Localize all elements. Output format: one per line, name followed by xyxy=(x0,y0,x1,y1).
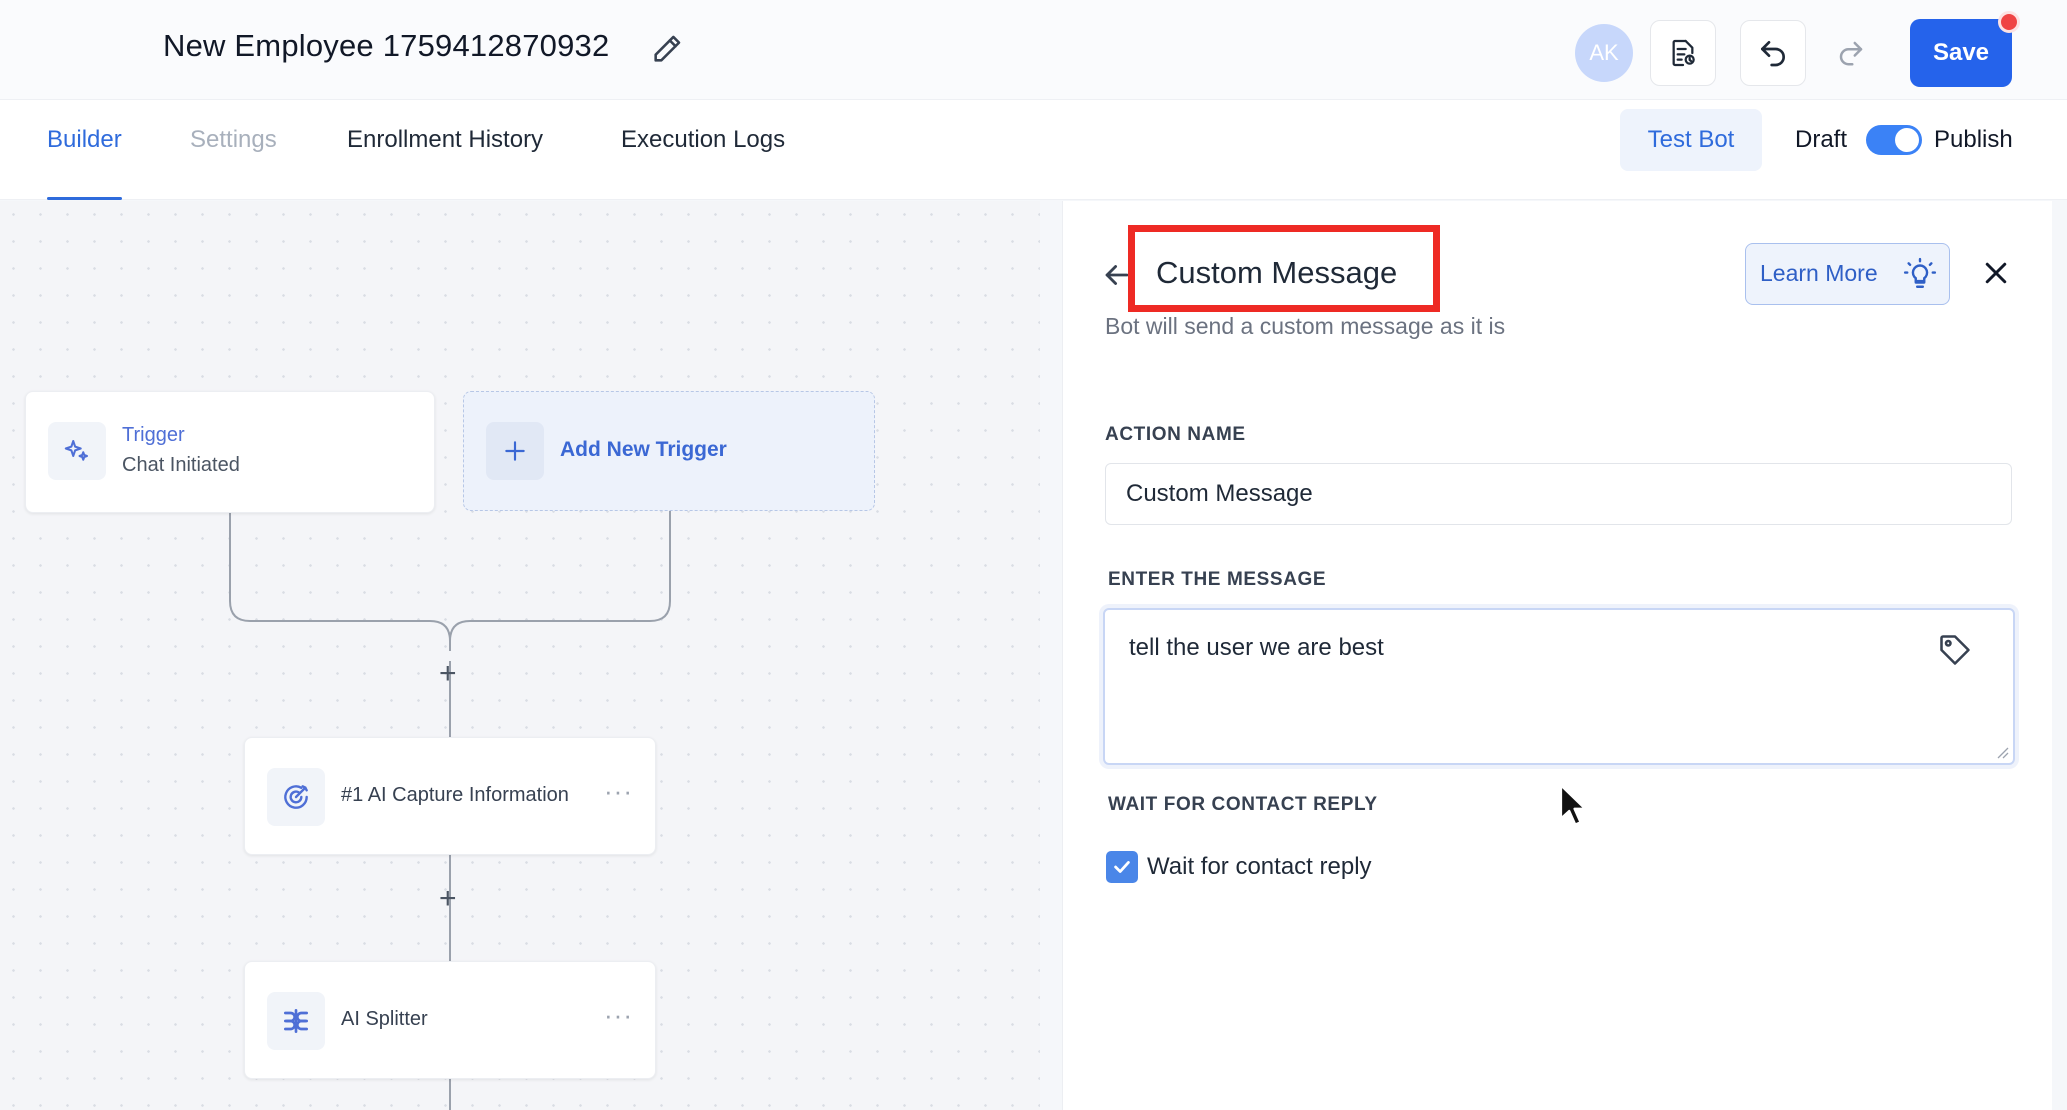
step-node-ai-splitter[interactable]: AI Splitter ··· xyxy=(244,961,656,1079)
save-button[interactable]: Save xyxy=(1910,19,2012,87)
node-icon-box xyxy=(48,422,106,480)
step-node-ai-capture[interactable]: #1 AI Capture Information ··· xyxy=(244,737,656,855)
tab-enrollment-history[interactable]: Enrollment History xyxy=(347,126,543,200)
checkmark-icon xyxy=(1114,861,1130,873)
plus-icon xyxy=(505,441,525,461)
workflow-canvas[interactable]: + + Trigger Chat Initiated Add New Trigg… xyxy=(0,201,1040,1110)
trigger-subtitle: Chat Initiated xyxy=(122,454,240,476)
redo-button[interactable] xyxy=(1818,20,1884,86)
action-name-input[interactable] xyxy=(1105,463,2012,525)
learn-more-button[interactable]: Learn More xyxy=(1745,243,1950,305)
sparkle-icon xyxy=(64,440,88,461)
mouse-cursor-icon xyxy=(1559,784,1587,826)
notification-dot xyxy=(1998,11,2020,33)
add-step-plus[interactable]: + xyxy=(439,884,457,914)
wait-reply-checkbox[interactable] xyxy=(1106,851,1138,883)
trigger-title: Trigger xyxy=(122,424,185,446)
document-check-icon xyxy=(1672,39,1695,67)
close-icon[interactable] xyxy=(1981,258,2011,288)
tab-settings[interactable]: Settings xyxy=(190,126,277,200)
more-options-icon[interactable]: ··· xyxy=(604,776,633,807)
undo-icon xyxy=(1761,41,1785,67)
test-bot-button[interactable]: Test Bot xyxy=(1620,109,1762,171)
draft-label: Draft xyxy=(1795,126,1848,153)
resize-grip-icon[interactable] xyxy=(1995,745,2009,759)
tag-icon[interactable] xyxy=(1937,632,1973,668)
add-step-plus[interactable]: + xyxy=(439,659,457,689)
node-icon-box xyxy=(267,768,325,826)
toggle-knob xyxy=(1895,128,1919,152)
lightbulb-icon xyxy=(1903,257,1937,288)
trigger-node[interactable]: Trigger Chat Initiated xyxy=(25,391,435,513)
message-textarea[interactable]: tell the user we are best xyxy=(1103,608,2015,765)
notes-button[interactable] xyxy=(1650,20,1716,86)
panel-subtitle: Bot will send a custom message as it is xyxy=(1105,313,1506,339)
publish-label: Publish xyxy=(1934,126,2013,153)
learn-more-label: Learn More xyxy=(1760,260,1878,286)
publish-toggle[interactable] xyxy=(1866,125,1922,155)
wait-reply-label: WAIT FOR CONTACT REPLY xyxy=(1108,794,1378,815)
step-label: AI Splitter xyxy=(341,1008,428,1030)
undo-button[interactable] xyxy=(1740,20,1806,86)
node-icon-box xyxy=(267,992,325,1050)
tab-execution-logs[interactable]: Execution Logs xyxy=(621,126,785,200)
message-label: ENTER THE MESSAGE xyxy=(1108,569,1327,590)
add-new-trigger-label: Add New Trigger xyxy=(560,438,727,461)
avatar[interactable]: AK xyxy=(1575,24,1633,82)
more-options-icon[interactable]: ··· xyxy=(604,1000,633,1031)
add-new-trigger-button[interactable]: Add New Trigger xyxy=(463,391,875,511)
top-header: New Employee 1759412870932 AK Save xyxy=(0,0,2067,100)
bot-title: New Employee 1759412870932 xyxy=(163,28,610,63)
target-icon xyxy=(284,785,308,809)
wait-reply-checkbox-label[interactable]: Wait for contact reply xyxy=(1147,853,1372,881)
tab-builder[interactable]: Builder xyxy=(47,126,122,200)
action-name-label: ACTION NAME xyxy=(1105,424,1246,445)
redo-icon xyxy=(1839,41,1863,66)
tab-bar: Builder Settings Enrollment History Exec… xyxy=(0,100,2067,200)
step-label: #1 AI Capture Information xyxy=(341,784,569,806)
pencil-icon[interactable] xyxy=(650,32,684,66)
splitter-icon xyxy=(284,1009,308,1033)
panel-title: Custom Message xyxy=(1156,255,1398,290)
message-text: tell the user we are best xyxy=(1129,634,1384,661)
node-icon-box xyxy=(486,422,544,480)
